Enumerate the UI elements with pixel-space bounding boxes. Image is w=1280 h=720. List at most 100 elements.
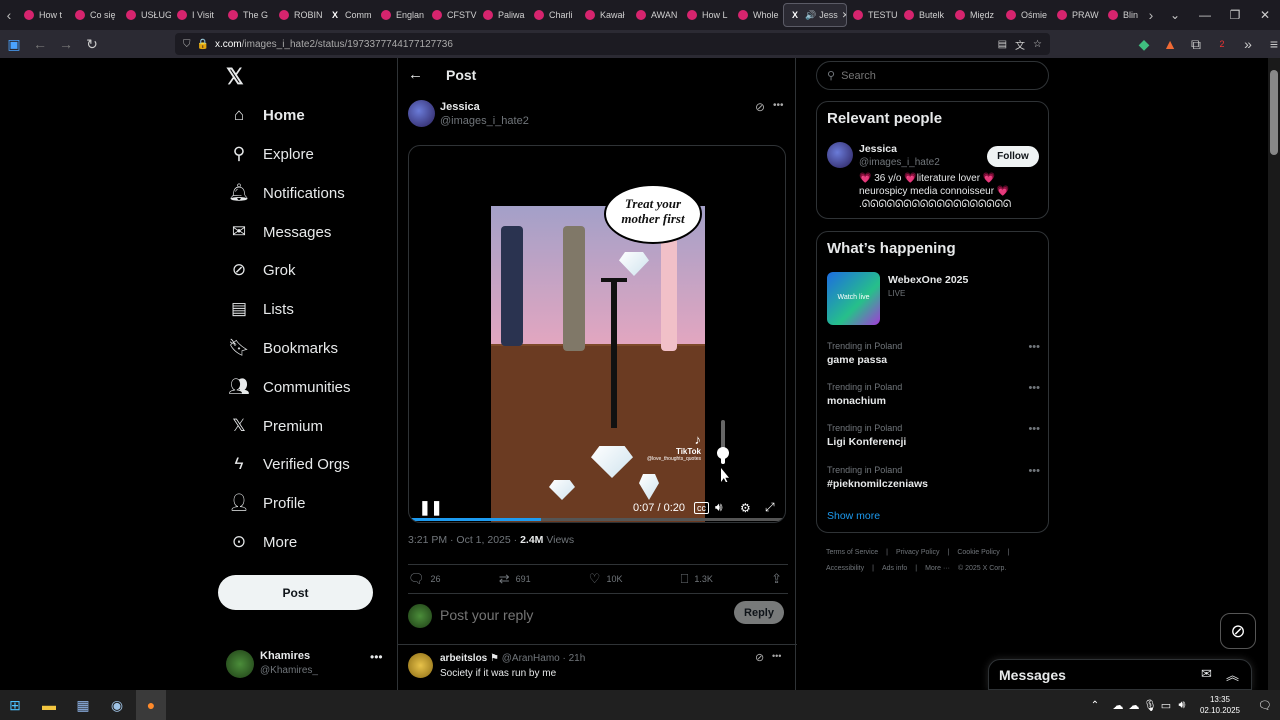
clock[interactable]: 13:35 02.10.2025: [1190, 694, 1250, 716]
tab-list-chevron-icon[interactable]: ⌄: [1160, 0, 1190, 30]
browser-tab[interactable]: I Visit: [171, 0, 222, 30]
extension-shield-icon[interactable]: ◆: [1132, 32, 1156, 56]
tab-scroll-right-icon[interactable]: ›: [1142, 0, 1160, 30]
nav-lists[interactable]: ▤ Lists: [218, 291, 294, 327]
more-dots-icon[interactable]: •••: [370, 650, 383, 664]
steam-icon[interactable]: ◉: [102, 690, 132, 720]
follow-button[interactable]: Follow: [987, 146, 1039, 167]
network-icon[interactable]: ▭: [1158, 690, 1174, 720]
notifications-icon[interactable]: 🗨︎: [1250, 690, 1280, 720]
pause-icon[interactable]: ❚❚: [419, 499, 442, 516]
tray-chevron-icon[interactable]: ⌃: [1080, 690, 1110, 720]
share-button[interactable]: ⇪: [771, 571, 788, 587]
minimize-window-icon[interactable]: —: [1190, 0, 1220, 30]
footer-link[interactable]: Terms of Service: [826, 549, 878, 556]
browser-tab[interactable]: Englan: [375, 0, 426, 30]
show-more-link[interactable]: Show more: [827, 510, 880, 522]
more-dots-icon[interactable]: •••: [1028, 423, 1040, 435]
shield-icon[interactable]: ⛉: [183, 39, 191, 50]
relevant-name[interactable]: Jessica: [859, 143, 897, 155]
nav-home[interactable]: ⌂ Home: [218, 97, 305, 133]
video-player[interactable]: ♪ TikTok @love_thoughts_quotes Treat your …: [408, 145, 786, 523]
speaker-icon[interactable]: 🔊︎: [1174, 690, 1190, 720]
browser-tab[interactable]: PRAW: [1051, 0, 1102, 30]
back-arrow-icon[interactable]: ←: [408, 66, 423, 83]
expand-chevron-icon[interactable]: ︽: [1226, 665, 1239, 684]
nav-premium[interactable]: 𝕏 Premium: [218, 408, 323, 444]
nav-notifications[interactable]: 🔔︎ Notifications: [218, 175, 345, 211]
bookmark-star-icon[interactable]: ☆: [1033, 39, 1042, 50]
firefox-icon[interactable]: ●: [136, 690, 166, 720]
search-box[interactable]: ⚲: [816, 61, 1049, 90]
file-explorer-icon[interactable]: ▬: [34, 690, 64, 720]
nav-communities[interactable]: 👥︎ Communities: [218, 369, 350, 405]
browser-tab[interactable]: The G: [222, 0, 273, 30]
volume-knob[interactable]: [717, 447, 729, 459]
reload-icon[interactable]: ↻: [80, 32, 104, 56]
app-icon[interactable]: ▦: [68, 690, 98, 720]
grok-explain-icon[interactable]: ⊘: [755, 100, 765, 114]
forward-icon[interactable]: →: [54, 32, 78, 56]
new-message-icon[interactable]: ✉: [1201, 666, 1212, 682]
messages-drawer[interactable]: Messages ✉ ︽: [988, 659, 1252, 690]
footer-link[interactable]: Ads info: [882, 565, 907, 572]
address-bar[interactable]: ⛉ 🔒 x.com/images_i_hate2/status/19733777…: [175, 33, 1050, 55]
trend-item[interactable]: Trending in Poland Ligi Konferencji •••: [827, 423, 1042, 459]
page-scrollbar[interactable]: [1268, 58, 1280, 690]
extension-fox-icon[interactable]: ▲: [1158, 32, 1182, 56]
footer-link[interactable]: Accessibility: [826, 565, 864, 572]
volume-icon[interactable]: 🔊︎: [715, 500, 723, 515]
browser-tab[interactable]: Kawał: [579, 0, 630, 30]
browser-tab[interactable]: USŁUG: [120, 0, 171, 30]
more-dots-icon[interactable]: •••: [1028, 341, 1040, 353]
repost-count[interactable]: ⇄ 691: [499, 571, 531, 587]
author-name[interactable]: Jessica: [440, 101, 480, 113]
browser-tab[interactable]: Ośmie: [1000, 0, 1051, 30]
relevant-avatar[interactable]: [827, 142, 853, 168]
nav-more[interactable]: ⊙ More: [218, 524, 297, 560]
speaker-icon[interactable]: 🔊: [805, 10, 816, 21]
post-options-icon[interactable]: •••: [772, 651, 781, 661]
reply-avatar[interactable]: [408, 653, 433, 678]
back-icon[interactable]: ←: [28, 32, 52, 56]
cloud-icon[interactable]: ☁: [1110, 690, 1126, 720]
browser-tab-active[interactable]: X🔊Jess✕: [783, 3, 847, 27]
browser-tab[interactable]: AWAN: [630, 0, 681, 30]
relevant-handle[interactable]: @images_i_hate2: [859, 157, 940, 168]
footer-link[interactable]: More ···: [925, 565, 950, 572]
browser-tab[interactable]: How t: [18, 0, 69, 30]
browser-tab[interactable]: Charli: [528, 0, 579, 30]
translate-icon[interactable]: 文: [1015, 37, 1025, 52]
author-avatar[interactable]: [408, 100, 435, 127]
extension-badge-icon[interactable]: 2: [1210, 32, 1234, 56]
trend-item[interactable]: Trending in Poland game passa •••: [827, 341, 1042, 377]
extensions-puzzle-icon[interactable]: ⧉: [1184, 32, 1208, 56]
restore-window-icon[interactable]: ❐: [1220, 0, 1250, 30]
settings-gear-icon[interactable]: ⚙: [740, 501, 751, 515]
x-logo-icon[interactable]: 𝕏: [226, 64, 244, 90]
grok-explain-icon[interactable]: ⊘: [755, 651, 764, 664]
app-menu-icon[interactable]: ≡: [1262, 32, 1280, 56]
reply-input[interactable]: [440, 604, 720, 626]
footer-link[interactable]: Privacy Policy: [896, 549, 940, 556]
like-count[interactable]: ♡ 10K: [589, 571, 623, 587]
reader-view-icon[interactable]: ▤: [998, 39, 1007, 50]
browser-tab[interactable]: TESTU: [847, 0, 898, 30]
nav-profile[interactable]: 👤︎ Profile: [218, 485, 305, 521]
browser-tab[interactable]: Co się: [69, 0, 120, 30]
close-window-icon[interactable]: ✕: [1250, 0, 1280, 30]
volume-slider[interactable]: [717, 420, 729, 464]
scrollbar-thumb[interactable]: [1270, 70, 1278, 155]
account-switcher[interactable]: Khamires @Khamires_ •••: [226, 646, 386, 686]
browser-tab[interactable]: ROBIN: [273, 0, 324, 30]
reply-post[interactable]: arbeitslos ⚑ @AranHamo · 21h Society if …: [408, 651, 788, 691]
bookmark-count[interactable]: ⎕ 1.3K: [681, 571, 713, 587]
event-thumbnail[interactable]: Watch live: [827, 272, 880, 325]
reply-count[interactable]: 🗨︎ 26: [408, 571, 441, 587]
reply-button[interactable]: Reply: [734, 601, 784, 624]
browser-tab[interactable]: How L: [681, 0, 732, 30]
nav-messages[interactable]: ✉ Messages: [218, 214, 332, 250]
footer-link[interactable]: Cookie Policy: [957, 549, 999, 556]
nav-explore[interactable]: ⚲ Explore: [218, 136, 314, 172]
trend-item[interactable]: Trending in Poland monachium •••: [827, 382, 1042, 418]
